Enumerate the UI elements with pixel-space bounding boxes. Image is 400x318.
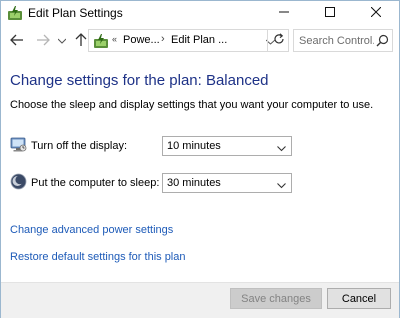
search-icon[interactable] [376,34,389,47]
sleep-moon-icon [10,173,27,190]
power-options-icon [93,33,109,49]
maximize-icon [325,7,335,20]
display-timeout-value: 10 minutes [167,140,221,152]
up-button[interactable] [73,32,89,50]
page-description: Choose the sleep and display settings th… [10,99,374,111]
refresh-button[interactable] [267,29,289,52]
chevron-down-icon [277,143,286,152]
recent-locations-button[interactable] [57,32,67,50]
power-options-icon [7,5,23,21]
maximize-button[interactable] [307,1,353,26]
address-bar[interactable]: « Powe... › Edit Plan ... [88,29,289,52]
breadcrumb-separator: › [161,33,165,45]
arrow-left-icon [10,34,24,49]
chevron-down-icon [277,180,286,189]
display-timeout-select[interactable]: 10 minutes [162,136,292,156]
button-bar: Save changes Cancel [1,282,399,318]
restore-default-settings-link[interactable]: Restore default settings for this plan [10,251,185,263]
display-timeout-label: Turn off the display: [31,140,127,152]
minimize-icon [279,7,289,20]
title-bar: Edit Plan Settings [1,1,399,26]
forward-button[interactable] [35,32,51,50]
page-heading: Change settings for the plan: Balanced [10,72,269,89]
breadcrumb-overflow[interactable]: « [112,34,117,44]
change-advanced-power-settings-link[interactable]: Change advanced power settings [10,224,173,236]
sleep-timeout-value: 30 minutes [167,177,221,189]
arrow-right-icon [36,34,50,49]
navigation-bar: « Powe... › Edit Plan ... [1,26,399,56]
sleep-timeout-label: Put the computer to sleep: [31,177,160,189]
breadcrumb-item-edit-plan[interactable]: Edit Plan ... [171,34,227,46]
window-title: Edit Plan Settings [28,6,123,20]
display-icon [10,136,27,153]
sleep-timeout-select[interactable]: 30 minutes [162,173,292,193]
cancel-button[interactable]: Cancel [327,288,391,309]
close-icon [370,6,382,20]
chevron-down-icon [57,35,67,47]
arrow-up-icon [75,32,87,50]
close-button[interactable] [353,1,399,26]
breadcrumb-item-power[interactable]: Powe... [123,34,160,46]
edit-plan-settings-window: Edit Plan Settings « Powe... › Edit Plan… [0,0,400,318]
refresh-icon [273,33,285,48]
search-box[interactable] [293,29,393,52]
save-changes-button[interactable]: Save changes [230,288,322,309]
back-button[interactable] [9,32,25,50]
search-input[interactable] [294,30,374,51]
minimize-button[interactable] [261,1,307,26]
